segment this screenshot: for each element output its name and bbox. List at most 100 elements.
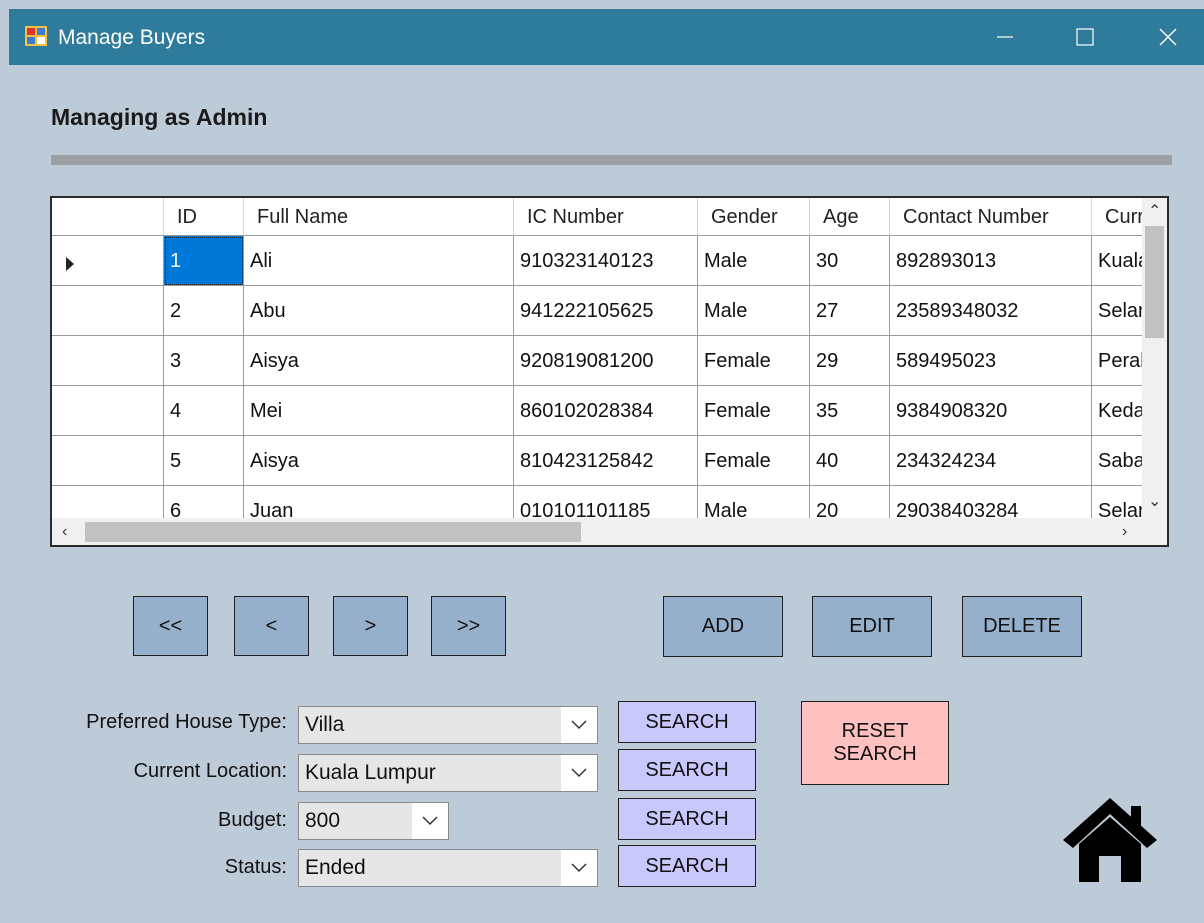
table-cell[interactable]: Kedah [1092,386,1142,436]
horizontal-scrollbar[interactable]: ‹ › [52,518,1142,545]
table-cell[interactable]: 5 [164,436,244,486]
table-cell[interactable]: 010101101185 [514,486,698,518]
table-cell[interactable]: Selan [1092,286,1142,336]
chevron-down-icon [571,863,587,873]
table-cell[interactable]: Kuala [1092,236,1142,286]
search-house-type-button[interactable]: SEARCH [618,701,756,743]
search-status-button[interactable]: SEARCH [618,845,756,887]
app-window-icon [25,26,47,46]
table-cell[interactable]: Aisya [244,436,514,486]
row-header[interactable] [52,386,164,436]
table-cell[interactable]: 20 [810,486,890,518]
first-record-button[interactable]: << [133,596,208,656]
row-header[interactable] [52,286,164,336]
table-cell[interactable]: 234324234 [890,436,1092,486]
table-cell[interactable]: Selan [1092,486,1142,518]
table-cell[interactable]: Female [698,386,810,436]
minimize-button[interactable] [975,9,1035,65]
table-cell[interactable]: 892893013 [890,236,1092,286]
table-cell[interactable]: Female [698,436,810,486]
close-button[interactable] [1138,9,1198,65]
table-cell[interactable]: 860102028384 [514,386,698,436]
row-header[interactable] [52,436,164,486]
house-type-dropdown[interactable] [561,707,597,743]
table-cell[interactable]: Juan [244,486,514,518]
table-cell[interactable]: 30 [810,236,890,286]
status-select[interactable]: Ended [298,849,598,887]
table-cell[interactable]: 23589348032 [890,286,1092,336]
window-title: Manage Buyers [58,26,206,49]
house-type-select[interactable]: Villa [298,706,598,744]
maximize-icon [1076,28,1094,46]
table-cell[interactable]: 920819081200 [514,336,698,386]
table-cell[interactable]: Sabah [1092,436,1142,486]
manage-buyers-window: Manage Buyers Managing as Admin ID Full … [9,9,1204,923]
minimize-icon [997,36,1013,38]
table-cell[interactable]: Male [698,236,810,286]
scroll-down-icon[interactable]: ⌄ [1148,494,1161,510]
scroll-right-icon[interactable]: › [1122,524,1127,540]
status-value: Ended [305,856,366,879]
search-budget-button[interactable]: SEARCH [618,798,756,840]
table-cell[interactable]: Male [698,286,810,336]
scrollbar-corner [1142,518,1167,545]
table-cell[interactable]: 2 [164,286,244,336]
table-cell[interactable]: 1 [164,236,244,286]
current-row-arrow-icon [66,257,74,271]
chevron-down-icon [571,768,587,778]
vertical-scrollbar[interactable]: ⌃ ⌄ [1142,198,1167,518]
scroll-up-icon[interactable]: ⌃ [1148,204,1161,220]
table-cell[interactable]: Male [698,486,810,518]
reset-search-button[interactable]: RESET SEARCH [801,701,949,785]
table-cell[interactable]: 589495023 [890,336,1092,386]
table-cell[interactable]: Perak [1092,336,1142,386]
budget-dropdown[interactable] [412,803,448,839]
home-icon[interactable] [1061,792,1159,884]
last-record-button[interactable]: >> [431,596,506,656]
row-header[interactable] [52,236,164,286]
next-record-button[interactable]: > [333,596,408,656]
table-cell[interactable]: Mei [244,386,514,436]
table-cell[interactable]: 3 [164,336,244,386]
location-select[interactable]: Kuala Lumpur [298,754,598,792]
budget-select[interactable]: 800 [298,802,449,840]
row-header[interactable] [52,486,164,518]
table-cell[interactable]: Abu [244,286,514,336]
maximize-button[interactable] [1055,9,1115,65]
status-dropdown[interactable] [561,850,597,886]
search-location-button[interactable]: SEARCH [618,749,756,791]
table-cell[interactable]: 29 [810,336,890,386]
table-cell[interactable]: 40 [810,436,890,486]
table-cell[interactable]: 35 [810,386,890,436]
row-header[interactable] [52,336,164,386]
table-cell[interactable]: Aisya [244,336,514,386]
table-cell[interactable]: 27 [810,286,890,336]
previous-record-button[interactable]: < [234,596,309,656]
column-header-ic-number[interactable]: IC Number [514,198,698,236]
column-header-age[interactable]: Age [810,198,890,236]
horizontal-scroll-thumb[interactable] [85,522,581,542]
location-dropdown[interactable] [561,755,597,791]
column-header-id[interactable]: ID [164,198,244,236]
edit-button[interactable]: EDIT [812,596,932,657]
delete-button[interactable]: DELETE [962,596,1082,657]
table-cell[interactable]: 810423125842 [514,436,698,486]
add-button[interactable]: ADD [663,596,783,657]
table-cell[interactable]: 941222105625 [514,286,698,336]
table-cell[interactable]: 9384908320 [890,386,1092,436]
table-cell[interactable]: 6 [164,486,244,518]
table-cell[interactable]: 910323140123 [514,236,698,286]
table-cell[interactable]: 4 [164,386,244,436]
table-cell[interactable]: Female [698,336,810,386]
budget-label: Budget: [218,809,287,831]
column-header-current-location[interactable]: Curr [1092,198,1142,236]
table-cell[interactable]: 29038403284 [890,486,1092,518]
buyers-grid[interactable]: ID Full Name IC Number Gender Age Contac… [50,196,1169,547]
grid-corner-header [52,198,164,236]
column-header-full-name[interactable]: Full Name [244,198,514,236]
table-cell[interactable]: Ali [244,236,514,286]
column-header-contact-number[interactable]: Contact Number [890,198,1092,236]
column-header-gender[interactable]: Gender [698,198,810,236]
vertical-scroll-thumb[interactable] [1145,226,1164,338]
scroll-left-icon[interactable]: ‹ [62,524,67,540]
